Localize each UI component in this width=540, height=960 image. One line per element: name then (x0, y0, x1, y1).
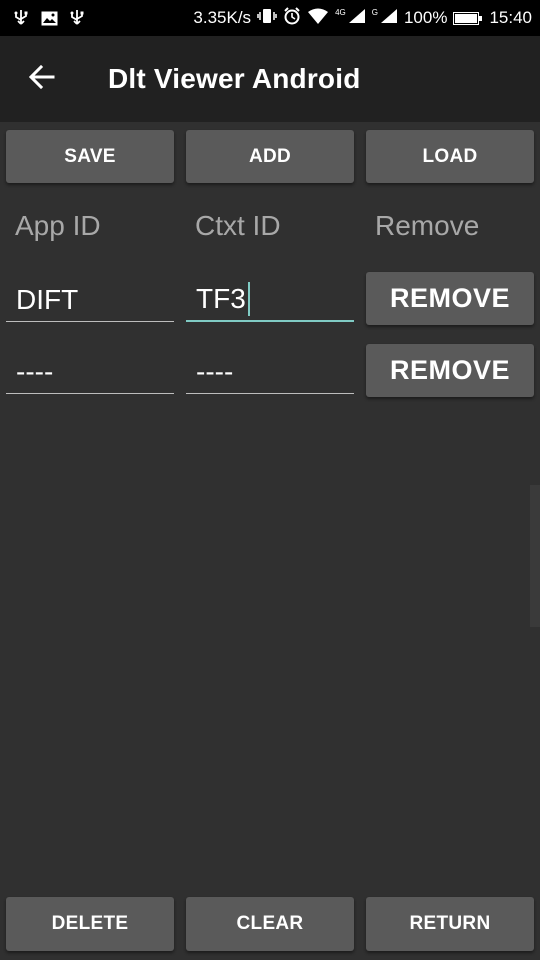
app-id-field[interactable]: DIFT (6, 278, 174, 322)
status-left-icons (12, 9, 96, 27)
signal-icon-2 (380, 8, 398, 29)
image-icon (40, 9, 58, 27)
app-id-value: DIFT (16, 283, 79, 315)
usb-icon (68, 9, 86, 27)
clear-button[interactable]: CLEAR (186, 897, 354, 951)
page-title: Dlt Viewer Android (108, 63, 361, 94)
ctxt-id-header: Ctxt ID (195, 210, 281, 241)
remove-header: Remove (375, 210, 480, 241)
g-label: G (371, 7, 378, 17)
alarm-icon (283, 6, 301, 30)
delete-button[interactable]: DELETE (6, 897, 174, 951)
status-bar: 3.35K/s 4G G 100% 15:40 (0, 0, 540, 36)
net-speed: 3.35K/s (193, 8, 252, 27)
app-bar: Dlt Viewer Android (0, 36, 540, 122)
ctxt-id-field[interactable]: ---- (186, 350, 354, 394)
app-id-header: App ID (15, 210, 101, 241)
usb-icon (12, 9, 30, 27)
lte-label: 4G (335, 7, 346, 17)
app-id-field[interactable]: ---- (6, 350, 174, 394)
clock: 15:40 (489, 8, 532, 27)
scrollbar[interactable] (530, 485, 540, 627)
signal-icon-1 (348, 8, 366, 29)
status-right-icons: 3.35K/s 4G G 100% 15:40 (187, 6, 532, 30)
vibrate-icon (257, 8, 277, 29)
add-button[interactable]: ADD (186, 130, 354, 183)
battery-percent: 100% (403, 8, 448, 27)
ctxt-id-value: TF3 (196, 283, 246, 314)
battery-icon (453, 11, 483, 25)
arrow-back-icon (28, 64, 55, 94)
ctxt-id-value: ---- (196, 355, 234, 387)
back-button[interactable] (14, 51, 70, 107)
text-cursor (247, 282, 250, 316)
wifi-icon (307, 8, 329, 29)
save-button[interactable]: SAVE (6, 130, 174, 183)
app-id-value: ---- (16, 355, 54, 387)
return-button[interactable]: RETURN (366, 897, 534, 951)
remove-button[interactable]: REMOVE (366, 344, 534, 397)
remove-button[interactable]: REMOVE (366, 272, 534, 325)
ctxt-id-field[interactable]: TF3 (186, 278, 354, 322)
screen: 3.35K/s 4G G 100% 15:40 Dlt Viewer Andro… (0, 0, 540, 960)
load-button[interactable]: LOAD (366, 130, 534, 183)
